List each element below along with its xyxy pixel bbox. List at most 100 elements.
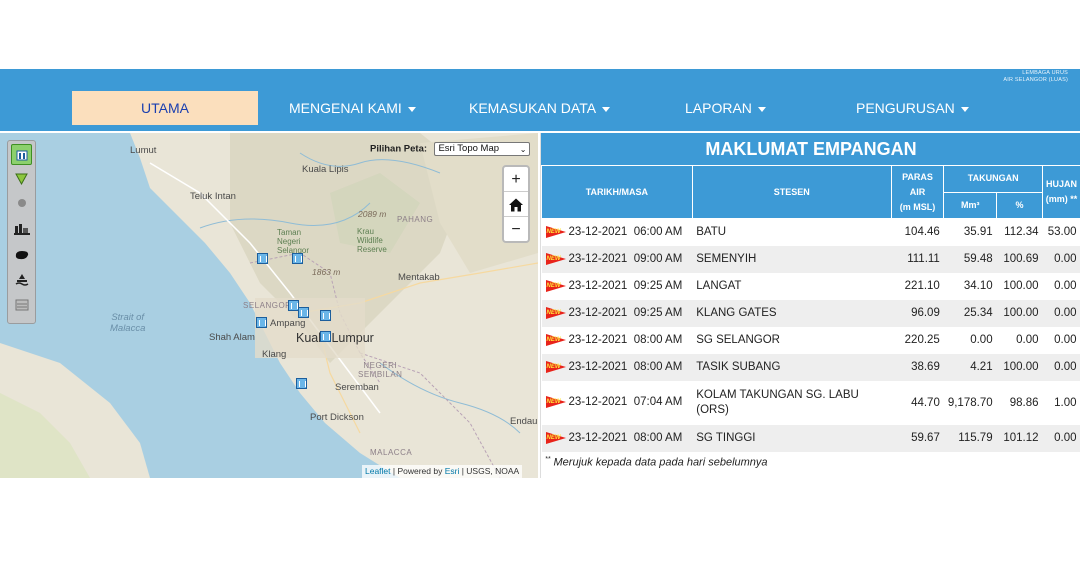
footnote-text: Merujuk kepada data pada hari sebelumnya — [550, 456, 768, 469]
chevron-down-icon — [602, 106, 611, 112]
nav-item-label: MENGENAI KAMI — [289, 100, 402, 116]
chevron-down-icon — [407, 106, 416, 112]
new-badge-icon: NEW — [545, 396, 566, 409]
map-attribution: Leaflet | Powered by Esri | USGS, NOAA — [362, 465, 523, 478]
nav-item-label: LAPORAN — [685, 100, 752, 116]
cell-hujan: 0.00 — [1042, 272, 1080, 300]
zoom-out-button[interactable]: − — [504, 217, 528, 242]
home-button[interactable] — [504, 192, 528, 217]
cell-hujan: 0.00 — [1042, 353, 1080, 381]
cell-percent: 100.00 — [996, 299, 1043, 327]
map-label-elev-1863: 1863 m — [312, 267, 341, 277]
cell-mm3: 34.10 — [943, 272, 997, 300]
cell-mm3: 35.91 — [943, 218, 997, 246]
nav-item-label: UTAMA — [141, 100, 189, 116]
map-label-ampang: Ampang — [270, 318, 306, 329]
station-marker[interactable] — [257, 253, 268, 264]
nav-item-kemasukan-data[interactable]: KEMASUKAN DATA — [469, 91, 611, 125]
col-header-hujan: HUJAN (mm) ** — [1042, 165, 1080, 219]
chevron-down-icon — [757, 106, 766, 112]
station-marker[interactable] — [320, 310, 331, 321]
rain-station-layer-icon[interactable] — [11, 192, 32, 213]
dam-info-panel: MAKLUMAT EMPANGAN TARIKH/MASA STESEN PAR… — [540, 133, 1080, 478]
river-level-layer-icon[interactable] — [11, 168, 32, 189]
table-row: NEW 23-12-2021 09:25 AM KLANG GATES 96.09 25… — [541, 299, 1080, 327]
leaflet-link[interactable]: Leaflet — [365, 466, 391, 476]
water-treatment-layer-icon[interactable] — [11, 218, 32, 239]
cell-date: 23-12-2021 — [568, 253, 628, 266]
cell-percent: 98.86 — [996, 380, 1043, 425]
cell-hujan: 0.00 — [1042, 326, 1080, 354]
nav-item-pengurusan[interactable]: PENGURUSAN — [856, 91, 969, 125]
cell-tarikh: NEW 23-12-2021 09:25 AM — [541, 299, 693, 327]
station-marker[interactable] — [320, 331, 331, 342]
cell-station: KLANG GATES — [692, 299, 892, 327]
station-marker[interactable] — [256, 317, 267, 328]
cell-station: SEMENYIH — [692, 245, 892, 273]
cell-percent: 100.00 — [996, 272, 1043, 300]
map-label-teluk-intan: Teluk Intan — [190, 191, 236, 202]
pond-layer-icon[interactable] — [11, 244, 32, 265]
cell-time: 09:00 AM — [633, 253, 683, 266]
cell-mm3: 25.34 — [943, 299, 997, 327]
station-marker[interactable] — [296, 378, 307, 389]
basemap-select[interactable]: Esri Topo Map ⌄ — [434, 141, 531, 156]
intake-layer-icon[interactable] — [11, 269, 32, 290]
reservoir-layer-icon[interactable] — [11, 294, 32, 315]
map-label-krau-reserve: Krau Wildlife Reserve — [357, 227, 387, 254]
cell-paras: 38.69 — [891, 353, 944, 381]
map-label-port-dickson: Port Dickson — [310, 412, 364, 423]
cell-mm3: 9,178.70 — [943, 380, 997, 425]
col-header-mm3: Mm³ — [943, 191, 998, 219]
cell-date: 23-12-2021 — [568, 396, 628, 409]
new-badge-icon: NEW — [545, 431, 566, 444]
cell-station: BATU — [692, 218, 892, 246]
new-badge-icon: NEW — [545, 252, 566, 265]
map-label-shah-alam: Shah Alam — [209, 332, 255, 343]
cell-percent: 0.00 — [996, 326, 1043, 354]
org-name-line1: LEMBAGA URUS — [1022, 70, 1068, 76]
dam-table: TARIKH/MASA STESEN PARAS AIR (m MSL) TAK… — [541, 165, 1080, 452]
cell-date: 23-12-2021 — [568, 334, 628, 347]
org-name-line2: AIR SELANGOR (LUAS) — [1003, 77, 1068, 83]
cell-paras: 59.67 — [891, 424, 944, 452]
page: LEMBAGA URUS AIR SELANGOR (LUAS) UTAMA M… — [0, 0, 1080, 564]
map-label-selangor: SELANGOR — [243, 301, 292, 310]
cell-tarikh: NEW 23-12-2021 09:00 AM — [541, 245, 693, 273]
cell-paras: 104.46 — [891, 218, 944, 246]
map-label-pahang: PAHANG — [397, 215, 434, 224]
map-label-endau: Endau — [510, 416, 538, 427]
station-marker[interactable] — [292, 253, 303, 264]
cell-hujan: 1.00 — [1042, 380, 1080, 425]
cell-time: 07:04 AM — [633, 396, 683, 409]
station-marker[interactable] — [298, 307, 309, 318]
zoom-in-button[interactable]: + — [504, 167, 528, 192]
nav-item-utama[interactable]: UTAMA — [72, 91, 258, 125]
basemap-label: Pilihan Peta: — [370, 143, 428, 155]
nav-item-laporan[interactable]: LAPORAN — [685, 91, 766, 125]
cell-date: 23-12-2021 — [568, 226, 628, 239]
cell-time: 08:00 AM — [633, 361, 683, 374]
chevron-down-icon: ⌄ — [519, 144, 527, 154]
cell-hujan: 0.00 — [1042, 299, 1080, 327]
map-label-kuala-lipis: Kuala Lipis — [302, 164, 349, 175]
cell-station: KOLAM TAKUNGAN SG. LABU (ORS) — [692, 380, 892, 425]
map-view[interactable]: Lumut Kuala Lipis Teluk Intan PAHANG 208… — [0, 133, 538, 478]
cell-paras: 111.11 — [891, 245, 944, 273]
cell-time: 08:00 AM — [633, 334, 683, 347]
cell-mm3: 59.48 — [943, 245, 997, 273]
new-badge-icon: NEW — [545, 226, 566, 239]
cell-tarikh: NEW 23-12-2021 09:25 AM — [541, 272, 693, 300]
cell-percent: 112.34 — [996, 218, 1043, 246]
cell-mm3: 4.21 — [943, 353, 997, 381]
esri-link[interactable]: Esri — [445, 466, 460, 476]
cell-date: 23-12-2021 — [568, 280, 628, 293]
cell-station: SG TINGGI — [692, 424, 892, 452]
dam-layer-icon[interactable] — [11, 144, 32, 165]
zoom-control: + − — [502, 165, 530, 243]
cell-mm3: 0.00 — [943, 326, 997, 354]
cell-tarikh: NEW 23-12-2021 08:00 AM — [541, 353, 693, 381]
nav-item-mengenai-kami[interactable]: MENGENAI KAMI — [289, 91, 416, 125]
nav-item-label: PENGURUSAN — [856, 100, 955, 116]
map-label-mentakab: Mentakab — [398, 272, 440, 283]
